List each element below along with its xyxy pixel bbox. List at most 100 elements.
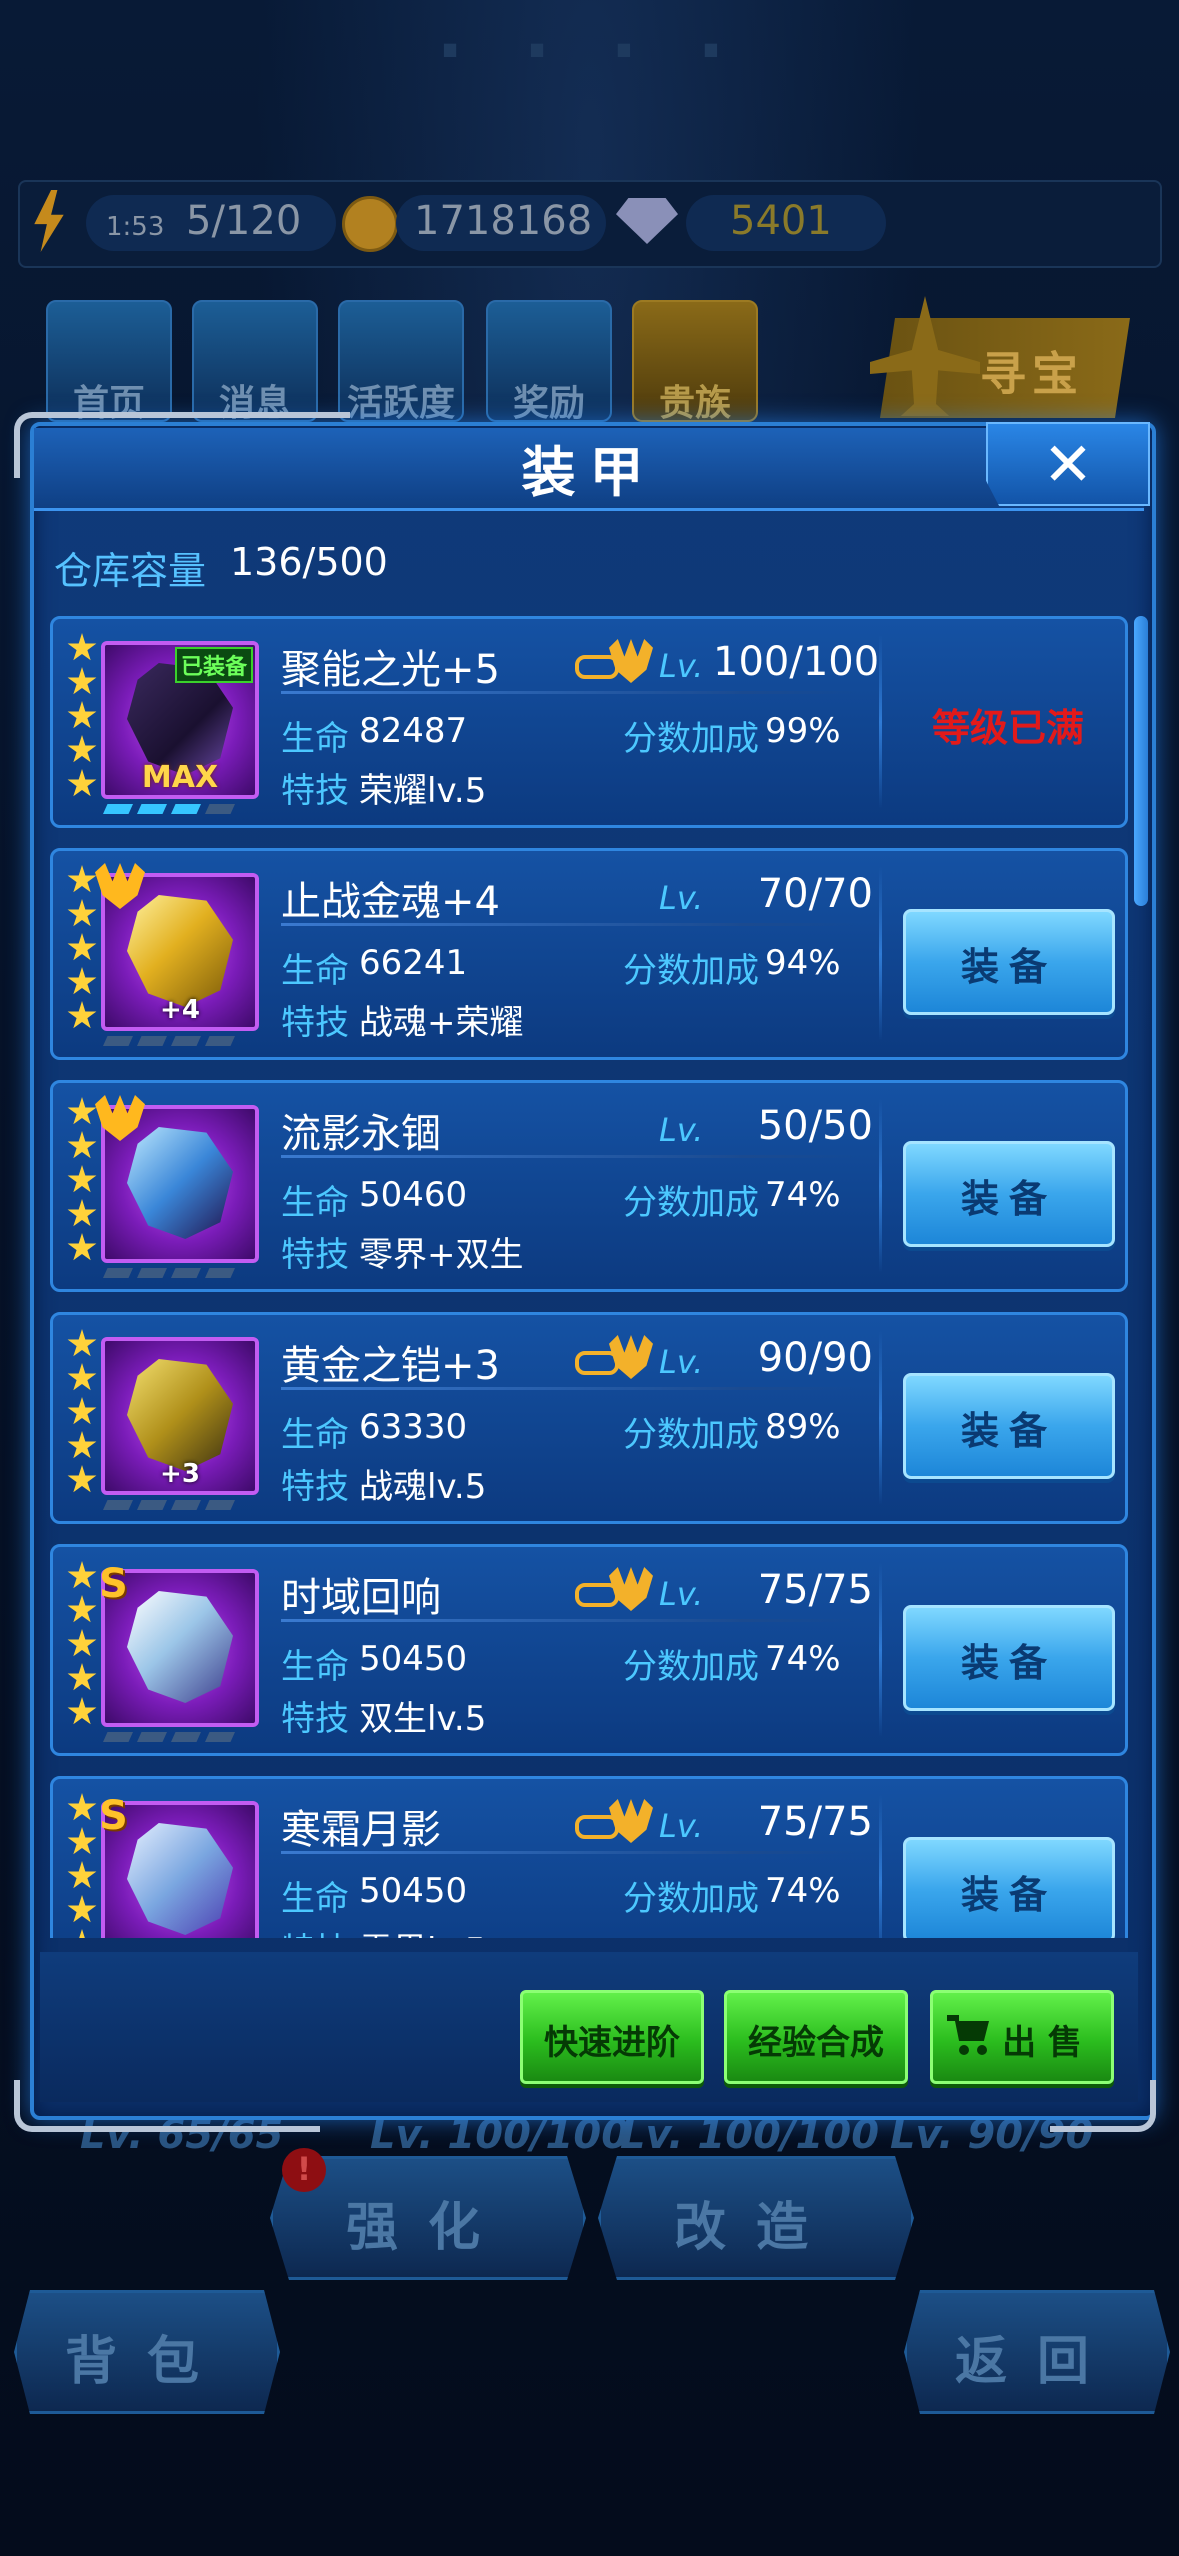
star-rating	[67, 1329, 101, 1499]
bag-label: 背包	[64, 2332, 229, 2392]
bonus-value: 74%	[765, 1871, 841, 1911]
hp-value: 50450	[359, 1639, 468, 1679]
skill-label: 特技	[281, 1923, 349, 1938]
upgrade-slots	[103, 1727, 253, 1742]
star-icon	[67, 1663, 97, 1691]
nav-reward-button[interactable]: 奖励	[486, 300, 612, 424]
level-value: 75/75	[757, 1799, 873, 1845]
equip-button[interactable]: 装备	[903, 909, 1115, 1015]
star-rating	[67, 1793, 101, 1938]
upgrade-slot	[205, 1732, 235, 1742]
equip-label: 装备	[960, 1641, 1057, 1685]
armor-item[interactable]: +3 黄金之铠+3 Lv. 90/90 生命 63330 分数加成 89% 特技 战魂lv.5 装备	[50, 1312, 1128, 1524]
upgrade-slot	[137, 1268, 167, 1278]
scrollbar-thumb[interactable]	[1134, 616, 1148, 906]
upgrade-slots	[103, 1495, 253, 1510]
back-label: 返回	[954, 2332, 1119, 2392]
star-icon	[67, 1895, 97, 1923]
equip-button[interactable]: 装备	[903, 1373, 1115, 1479]
back-button[interactable]: 返回	[904, 2290, 1170, 2414]
bonus-value: 99%	[765, 711, 841, 751]
star-rating	[67, 633, 101, 803]
level-label: Lv.	[659, 647, 704, 685]
item-divider	[879, 635, 882, 809]
star-icon	[67, 1561, 97, 1589]
close-icon: ✕	[1042, 430, 1094, 500]
equip-label: 装备	[960, 1873, 1057, 1917]
upgrade-slots	[103, 1263, 253, 1278]
star-icon	[67, 769, 97, 797]
name-underline	[281, 1155, 861, 1158]
star-icon	[67, 1165, 97, 1193]
nav-activity-button[interactable]: 活跃度	[338, 300, 464, 424]
hp-value: 63330	[359, 1407, 468, 1447]
skill-label: 特技	[281, 1467, 349, 1507]
close-button[interactable]: ✕	[986, 422, 1150, 506]
star-icon	[67, 667, 97, 695]
notification-badge-text: !	[296, 2150, 312, 2188]
star-rating	[67, 1561, 101, 1731]
star-icon	[67, 1793, 97, 1821]
bonus-value: 89%	[765, 1407, 841, 1447]
notification-badge: !	[282, 2148, 326, 2192]
armor-name: 时域回响	[281, 1575, 441, 1621]
quick-advance-button[interactable]: 快速进阶	[520, 1990, 704, 2084]
star-icon	[67, 1363, 97, 1391]
item-divider	[879, 1563, 882, 1737]
star-icon	[67, 1397, 97, 1425]
hp-label: 生命	[281, 1879, 349, 1919]
armor-name: 止战金魂+4	[281, 879, 500, 925]
upgrade-slot	[137, 1036, 167, 1046]
level-value: 70/70	[757, 871, 873, 917]
level-value: 90/90	[757, 1335, 873, 1381]
star-icon	[67, 1697, 97, 1725]
star-icon	[67, 1929, 97, 1938]
skill-label: 特技	[281, 1235, 349, 1275]
armor-item[interactable]: +4 止战金魂+4 Lv. 70/70 生命 66241 分数加成 94% 特技 战魂+荣耀 装备	[50, 848, 1128, 1060]
armor-item[interactable]: 已装备 MAX 聚能之光+5 Lv. 100/100 生命 82487 分数加成 99% 特技 荣耀…	[50, 616, 1128, 828]
bonus-value: 94%	[765, 943, 841, 983]
skill-value: 双生lv.5	[359, 1699, 487, 1739]
nav-home-button[interactable]: 首页	[46, 300, 172, 424]
nav-reward-label: 奖励	[512, 383, 585, 424]
modify-button[interactable]: 改造	[598, 2156, 914, 2280]
star-icon	[67, 1001, 97, 1029]
upgrade-slot	[171, 804, 201, 814]
equip-button[interactable]: 装备	[903, 1605, 1115, 1711]
level-label: Lv.	[659, 1111, 704, 1149]
level-label: Lv.	[659, 1807, 704, 1845]
nav-message-button[interactable]: 消息	[192, 300, 318, 424]
armor-icon[interactable]: +3	[101, 1337, 259, 1495]
name-underline	[281, 1851, 861, 1854]
upgrade-slot	[137, 1732, 167, 1742]
link-wing-icon	[575, 1335, 655, 1379]
modify-label: 改造	[673, 2198, 838, 2258]
level-value: 100/100	[713, 639, 880, 685]
bag-button[interactable]: 背包	[14, 2290, 280, 2414]
coin-value: 1718168	[414, 198, 593, 244]
coin-icon[interactable]	[342, 196, 398, 252]
equip-button[interactable]: 装备	[903, 1141, 1115, 1247]
plus-tag: +3	[160, 1459, 200, 1489]
sell-button[interactable]: 出 售	[930, 1990, 1114, 2084]
armor-item[interactable]: S 时域回响 Lv. 75/75 生命 50450 分数加成 74% 特技 双生lv.5 装备	[50, 1544, 1128, 1756]
armor-list[interactable]: 已装备 MAX 聚能之光+5 Lv. 100/100 生命 82487 分数加成 99% 特技 荣耀…	[46, 612, 1134, 1938]
exp-synthesis-button[interactable]: 经验合成	[724, 1990, 908, 2084]
nav-noble-button[interactable]: 贵族	[632, 300, 758, 424]
armor-item[interactable]: S 寒霜月影 Lv. 75/75 生命50450 分数加成74% 特技零界lv.5 装备	[50, 1776, 1128, 1938]
max-level-text: 等级已满	[931, 706, 1084, 750]
star-icon	[67, 735, 97, 763]
bonus-value: 74%	[765, 1639, 841, 1679]
skill-label: 特技	[281, 1699, 349, 1739]
s-rank-icon: S	[99, 1793, 128, 1839]
level-label: Lv.	[659, 1343, 704, 1381]
armor-icon[interactable]: 已装备 MAX	[101, 641, 259, 799]
armor-name: 黄金之铠+3	[281, 1343, 500, 1389]
equip-label: 装备	[960, 1409, 1057, 1453]
item-divider	[879, 1331, 882, 1505]
upgrade-slot	[103, 1268, 133, 1278]
star-icon	[67, 933, 97, 961]
equip-button[interactable]: 装备	[903, 1837, 1115, 1938]
armor-item[interactable]: 流影永锢 Lv. 50/50 生命 50460 分数加成 74% 特技 零界+双生 装备	[50, 1080, 1128, 1292]
star-icon	[67, 1233, 97, 1261]
